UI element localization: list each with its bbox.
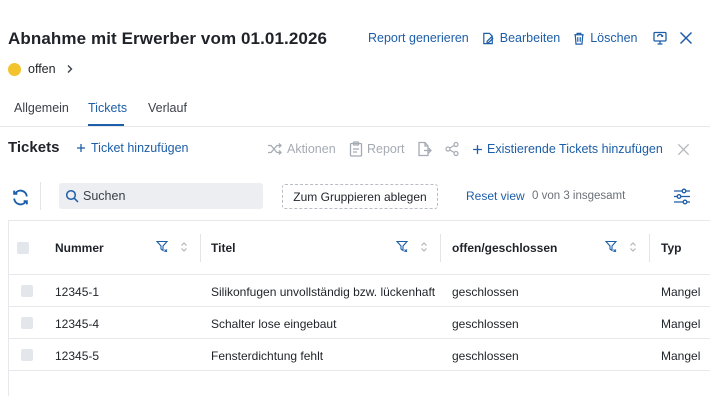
column-header-status[interactable]: offen/geschlossen bbox=[452, 241, 557, 255]
status-dot bbox=[8, 62, 21, 76]
tab-verlauf[interactable]: Verlauf bbox=[148, 101, 187, 115]
active-tab-indicator bbox=[88, 124, 124, 126]
filter-icon[interactable] bbox=[396, 240, 408, 252]
search-box[interactable] bbox=[59, 183, 263, 209]
table-row[interactable]: 12345-1 Silikonfugen unvollständig bzw. … bbox=[9, 275, 710, 307]
sort-icon[interactable] bbox=[180, 241, 188, 253]
settings-sliders-icon bbox=[673, 188, 691, 205]
row-count: 0 von 3 insgesamt bbox=[532, 190, 626, 202]
delete-label: Löschen bbox=[590, 31, 638, 45]
actions-button[interactable]: Aktionen bbox=[267, 140, 336, 158]
clipboard-icon bbox=[349, 141, 363, 157]
report-generate-button[interactable]: Report generieren bbox=[368, 31, 469, 45]
close-button[interactable] bbox=[678, 30, 694, 46]
trash-icon bbox=[572, 31, 586, 46]
close-tickets-button[interactable] bbox=[676, 140, 691, 158]
cell-typ: Mangel bbox=[661, 349, 701, 363]
cell-titel: Fensterdichtung fehlt bbox=[211, 349, 324, 363]
share-icon bbox=[444, 141, 460, 157]
file-edit-icon bbox=[481, 31, 496, 46]
add-ticket-button[interactable]: Ticket hinzufügen bbox=[76, 141, 189, 155]
report-generate-label: Report generieren bbox=[368, 31, 469, 45]
export-button[interactable] bbox=[416, 140, 432, 158]
add-existing-tickets-button[interactable]: Existierende Tickets hinzufügen bbox=[472, 140, 663, 158]
section-title: Tickets bbox=[8, 139, 60, 156]
add-ticket-label: Ticket hinzufügen bbox=[91, 141, 189, 155]
edit-label: Bearbeiten bbox=[499, 31, 561, 45]
filter-icon[interactable] bbox=[156, 240, 168, 252]
status-selector[interactable]: offen bbox=[8, 60, 74, 78]
table-header: Nummer Titel offen/geschlossen Typ bbox=[9, 220, 710, 275]
tab-allgemein[interactable]: Allgemein bbox=[14, 101, 69, 115]
row-checkbox[interactable] bbox=[21, 285, 33, 297]
plus-icon bbox=[76, 143, 86, 153]
sort-icon[interactable] bbox=[420, 241, 428, 253]
report-label: Report bbox=[367, 142, 405, 156]
cell-titel: Silikonfugen unvollständig bzw. lückenha… bbox=[211, 285, 436, 299]
column-settings-button[interactable] bbox=[673, 188, 691, 205]
cell-typ: Mangel bbox=[661, 285, 701, 299]
search-icon bbox=[65, 189, 79, 203]
share-button[interactable] bbox=[444, 140, 460, 158]
header-actions: Report generieren Bearbeiten Löschen bbox=[368, 28, 694, 48]
cell-nummer: 12345-5 bbox=[55, 349, 100, 363]
close-icon bbox=[678, 30, 694, 46]
monitor-sync-button[interactable] bbox=[652, 30, 668, 46]
cell-titel: Schalter lose eingebaut bbox=[211, 317, 337, 331]
report-button[interactable]: Report bbox=[349, 140, 405, 158]
filter-icon[interactable] bbox=[605, 240, 617, 252]
delete-button[interactable]: Löschen bbox=[572, 31, 638, 46]
row-checkbox[interactable] bbox=[21, 317, 33, 329]
column-divider[interactable] bbox=[200, 234, 201, 262]
column-divider[interactable] bbox=[440, 234, 441, 262]
refresh-button[interactable] bbox=[11, 188, 30, 207]
reset-view-button[interactable]: Reset view bbox=[466, 189, 525, 203]
plus-icon bbox=[472, 144, 483, 155]
tickets-table: Nummer Titel offen/geschlossen Typ 12345… bbox=[8, 220, 710, 396]
row-checkbox[interactable] bbox=[21, 349, 33, 361]
cell-typ: Mangel bbox=[661, 317, 701, 331]
search-input[interactable] bbox=[83, 189, 253, 203]
chevron-right-icon bbox=[66, 64, 74, 74]
toolbar-divider bbox=[40, 182, 41, 210]
refresh-icon bbox=[11, 188, 30, 207]
table-row[interactable]: 12345-4 Schalter lose eingebaut geschlos… bbox=[9, 307, 710, 339]
group-drop-zone[interactable]: Zum Gruppieren ablegen bbox=[282, 184, 438, 209]
close-icon bbox=[676, 142, 691, 157]
cell-nummer: 12345-4 bbox=[55, 317, 100, 331]
actions-label: Aktionen bbox=[287, 142, 336, 156]
cell-status: geschlossen bbox=[452, 349, 519, 363]
edit-button[interactable]: Bearbeiten bbox=[481, 31, 560, 46]
monitor-sync-icon bbox=[652, 30, 668, 46]
add-existing-label: Existierende Tickets hinzufügen bbox=[487, 142, 663, 156]
shuffle-icon bbox=[267, 142, 283, 156]
status-label: offen bbox=[28, 62, 56, 76]
tab-tickets[interactable]: Tickets bbox=[88, 101, 127, 115]
column-header-titel[interactable]: Titel bbox=[211, 241, 235, 255]
cell-nummer: 12345-1 bbox=[55, 285, 100, 299]
table-row[interactable]: 12345-5 Fensterdichtung fehlt geschlosse… bbox=[9, 339, 710, 371]
page-title: Abnahme mit Erwerber vom 01.01.2026 bbox=[8, 29, 328, 48]
select-all-checkbox[interactable] bbox=[17, 242, 29, 254]
column-divider[interactable] bbox=[649, 234, 650, 262]
cell-status: geschlossen bbox=[452, 317, 519, 331]
column-header-nummer[interactable]: Nummer bbox=[55, 241, 104, 255]
column-header-typ[interactable]: Typ bbox=[661, 241, 681, 255]
tab-bar: Allgemein Tickets Verlauf bbox=[0, 96, 710, 127]
cell-status: geschlossen bbox=[452, 285, 519, 299]
sort-icon[interactable] bbox=[629, 241, 637, 253]
export-icon bbox=[416, 141, 432, 157]
